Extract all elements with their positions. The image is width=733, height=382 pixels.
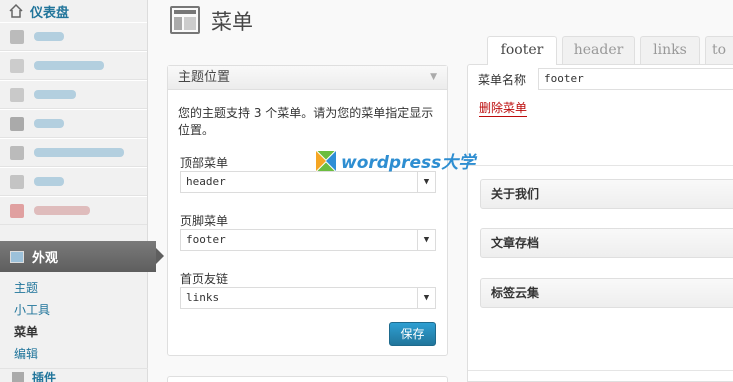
location-label-footer: 页脚菜单	[180, 214, 229, 228]
tab-header[interactable]: header	[562, 36, 635, 64]
sidebar-sub-widgets[interactable]: 小工具	[14, 301, 50, 318]
dropdown-arrow-icon: ▼	[417, 230, 435, 250]
links-icon	[10, 87, 24, 102]
sidebar-sub-editor[interactable]: 编辑	[14, 345, 38, 362]
sidebar-dashboard[interactable]: 仪表盘	[0, 0, 147, 22]
sidebar-item-blurred[interactable]	[0, 196, 147, 225]
select-value: footer	[186, 233, 226, 246]
theme-locations-description: 您的主题支持 3 个菜单。请为您的菜单指定显示位置。	[178, 106, 434, 137]
sidebar-item-blurred[interactable]	[0, 51, 147, 80]
dropdown-arrow-icon: ▼	[417, 288, 435, 308]
location-label-header: 顶部菜单	[180, 156, 229, 170]
wordpress-daxue-logo-icon	[315, 149, 337, 172]
location-label-links: 首页友链	[180, 272, 229, 286]
divider	[468, 165, 733, 166]
location-select-header[interactable]: header ▼	[180, 171, 436, 193]
sidebar-item-blurred[interactable]	[0, 109, 147, 138]
delete-menu-link[interactable]: 删除菜单	[479, 101, 528, 117]
theme-locations-title-text: 主题位置	[178, 70, 231, 85]
select-value: links	[186, 291, 220, 304]
pin-icon	[10, 29, 24, 44]
media-icon	[10, 58, 24, 73]
theme-locations-box: 主题位置 ▼ 您的主题支持 3 个菜单。请为您的菜单指定显示位置。 顶部菜单 h…	[167, 65, 448, 356]
tab-footer[interactable]: footer	[487, 36, 557, 65]
tab-links[interactable]: links	[640, 36, 700, 64]
sidebar-item-plugins[interactable]: 插件	[0, 368, 148, 382]
menu-name-input[interactable]: footer	[538, 68, 733, 90]
sidebar-item-blurred[interactable]	[0, 22, 147, 51]
divider	[468, 370, 733, 371]
next-box-edge	[167, 376, 448, 382]
blurred-label	[34, 119, 64, 128]
blurred-label	[34, 206, 90, 215]
menu-name-value: footer	[544, 72, 584, 85]
main-content: 菜单 footer header links to 主题位置 ▼ 您的主题支持 …	[149, 0, 733, 382]
save-button[interactable]: 保存	[389, 322, 436, 346]
sidebar-item-appearance-label: 外观	[32, 251, 59, 266]
menu-editor-panel: 菜单名称 footer 删除菜单 关于我们 文章存档 标签云集	[467, 64, 733, 382]
menu-item-about[interactable]: 关于我们	[480, 179, 733, 209]
location-select-footer[interactable]: footer ▼	[180, 229, 436, 251]
blurred-label	[34, 177, 64, 186]
plugin-icon	[10, 145, 24, 160]
menu-item-archives[interactable]: 文章存档	[480, 228, 733, 258]
sidebar-dashboard-label: 仪表盘	[30, 5, 70, 21]
page-title: 菜单	[211, 10, 253, 34]
appearance-icon	[10, 250, 24, 263]
home-icon	[8, 3, 24, 19]
sidebar-item-blurred[interactable]	[0, 80, 147, 109]
plugin-icon	[12, 372, 24, 382]
feedback-icon	[10, 203, 24, 218]
theme-locations-title: 主题位置 ▼	[168, 66, 447, 90]
sidebar-item-blurred[interactable]	[0, 138, 147, 167]
menus-page-icon	[170, 6, 200, 34]
sidebar-item-blurred[interactable]	[0, 167, 147, 196]
collapse-arrow-icon[interactable]: ▼	[430, 66, 437, 89]
menu-item-tags[interactable]: 标签云集	[480, 278, 733, 308]
pages-icon	[10, 116, 24, 131]
tab-partial[interactable]: to	[705, 36, 733, 64]
dropdown-arrow-icon: ▼	[417, 172, 435, 192]
sidebar-sub-themes[interactable]: 主题	[14, 279, 38, 296]
sidebar-item-appearance[interactable]: 外观	[0, 241, 164, 272]
sidebar-sub-menus[interactable]: 菜单	[14, 323, 38, 340]
sidebar-item-plugins-label: 插件	[32, 371, 57, 382]
watermark-text: wordpress大学	[341, 153, 476, 173]
blurred-label	[34, 90, 76, 99]
location-select-links[interactable]: links ▼	[180, 287, 436, 309]
blurred-label	[34, 32, 64, 41]
comments-icon	[10, 174, 24, 189]
blurred-label	[34, 61, 104, 70]
watermark: wordpress大学	[315, 148, 475, 173]
menu-name-label: 菜单名称	[478, 73, 527, 87]
blurred-label	[34, 148, 124, 157]
select-value: header	[186, 175, 226, 188]
